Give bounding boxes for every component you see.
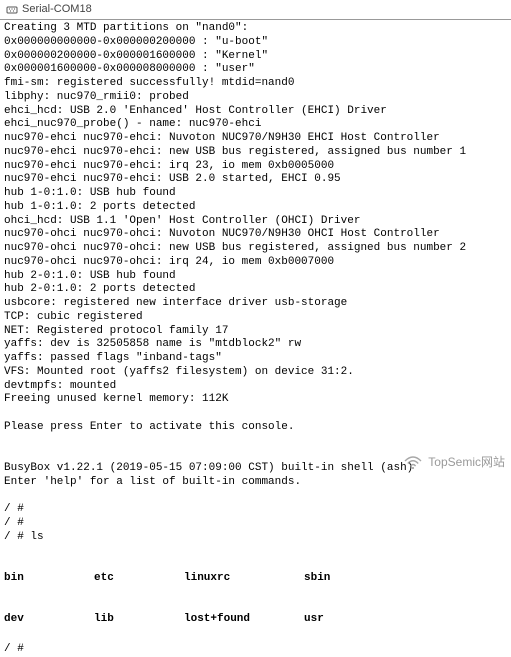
ls-row: dev lib lost+found usr <box>4 613 507 627</box>
ls-entry: dev <box>4 613 94 627</box>
ls-entry: lib <box>94 613 184 627</box>
ls-entry: sbin <box>304 572 394 586</box>
ls-output: bin etc linuxrc sbin dev lib lost+found … <box>0 545 511 641</box>
wifi-icon <box>404 456 422 470</box>
ls-entry: bin <box>4 572 94 586</box>
serial-port-icon <box>6 4 18 16</box>
watermark-text: TopSemic网站 <box>428 455 505 470</box>
window-titlebar: Serial-COM18 <box>0 0 511 20</box>
ls-row: bin etc linuxrc sbin <box>4 572 507 586</box>
ls-entry: linuxrc <box>184 572 304 586</box>
window-title: Serial-COM18 <box>22 3 92 17</box>
ls-entry: usr <box>304 613 394 627</box>
ls-entry: lost+found <box>184 613 304 627</box>
ls-entry: etc <box>94 572 184 586</box>
watermark: TopSemic网站 <box>404 455 505 470</box>
terminal-prompt[interactable]: / # <box>0 641 511 657</box>
